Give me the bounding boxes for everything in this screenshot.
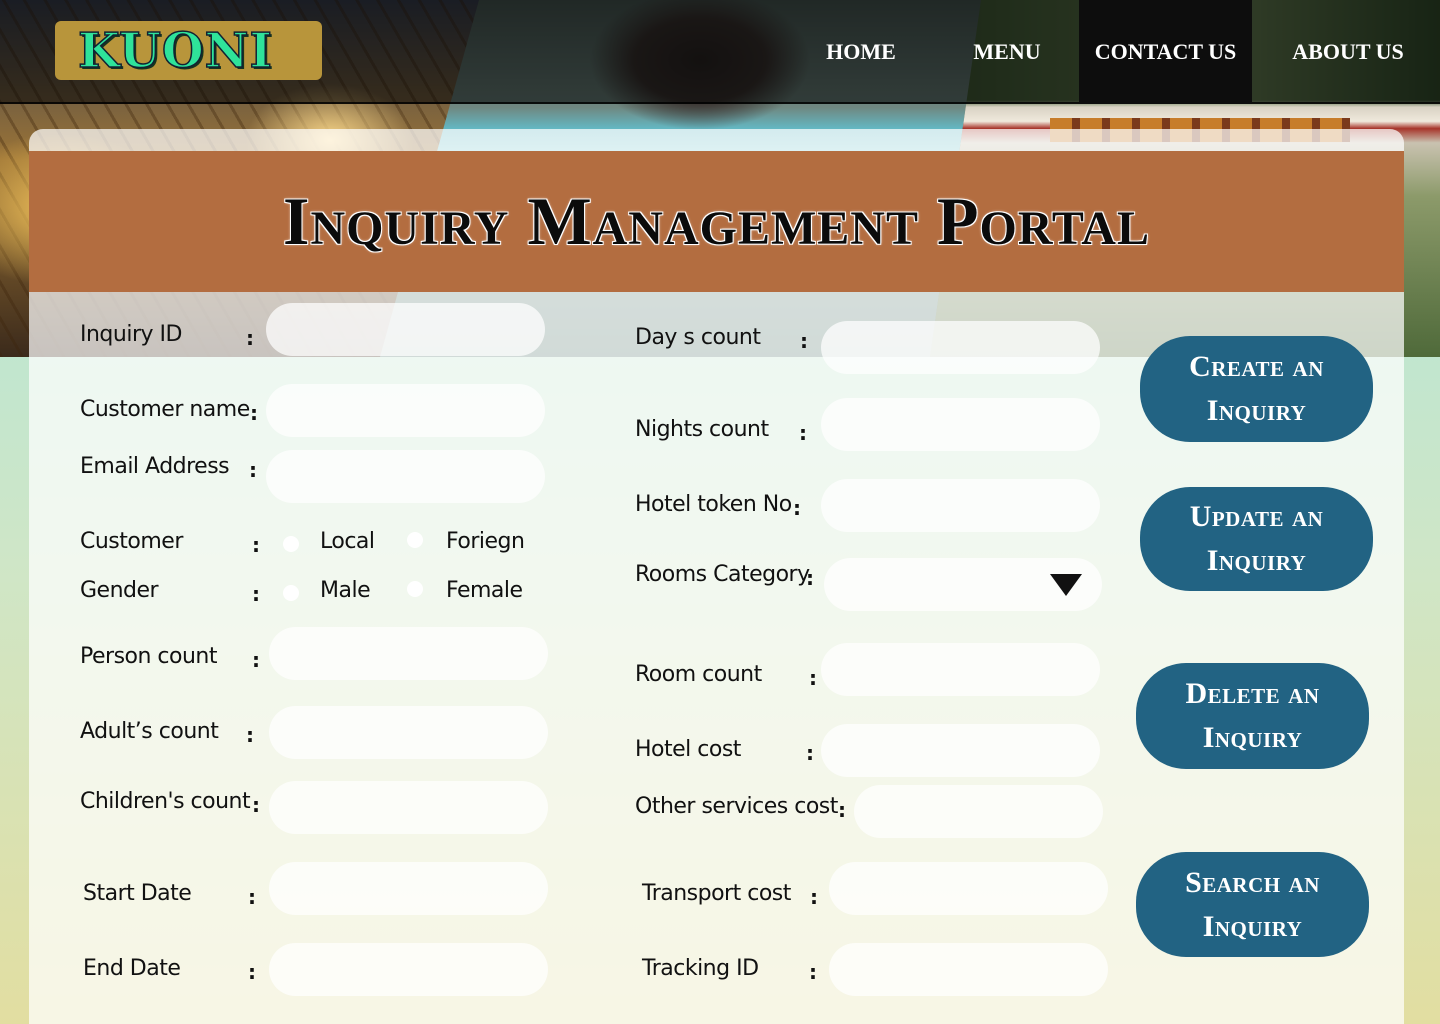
colon: : [246, 326, 254, 350]
nav-home[interactable]: HOME [806, 0, 916, 104]
nav-about-us-label: ABOUT US [1292, 39, 1404, 64]
colon: : [809, 666, 817, 690]
nights-count-label: Nights count [635, 417, 769, 442]
create-inquiry-button[interactable]: Create an Inquiry [1140, 336, 1373, 442]
person-count-label: Person count [80, 644, 218, 669]
colon: : [793, 496, 801, 520]
colon: : [246, 723, 254, 747]
end-date-field[interactable] [269, 943, 548, 996]
colon: : [806, 566, 814, 590]
transport-cost-label: Transport cost [642, 881, 791, 906]
hotel-cost-field[interactable] [821, 724, 1100, 777]
gender-male-label: Male [320, 578, 371, 603]
page-title: Inquiry Management Portal [283, 183, 1150, 259]
nav-menu-label: MENU [973, 39, 1041, 64]
create-inquiry-label: Create an Inquiry [1189, 350, 1324, 427]
colon: : [252, 533, 260, 557]
colon: : [252, 793, 260, 817]
search-inquiry-label: Search an Inquiry [1185, 865, 1320, 943]
adults-count-label: Adult’s count [80, 719, 219, 744]
customer-foreign-radio[interactable] [407, 532, 423, 548]
days-count-field[interactable] [821, 321, 1100, 374]
delete-inquiry-button[interactable]: Delete an Inquiry [1136, 663, 1369, 769]
colon: : [838, 798, 846, 822]
kuoni-logo[interactable]: KUONI [55, 21, 322, 80]
tracking-id-field[interactable] [829, 943, 1108, 996]
email-address-label: Email Address [80, 454, 230, 479]
email-address-field[interactable] [266, 450, 545, 503]
nights-count-field[interactable] [821, 398, 1100, 451]
nav-contact-us-label: CONTACT US [1094, 39, 1237, 64]
colon: : [810, 885, 818, 909]
title-banner: Inquiry Management Portal [29, 151, 1404, 292]
nav-home-label: HOME [826, 39, 896, 64]
colon: : [799, 421, 807, 445]
search-inquiry-button[interactable]: Search an Inquiry [1136, 852, 1369, 957]
other-services-cost-field[interactable] [854, 785, 1103, 838]
tracking-id-label: Tracking ID [642, 956, 759, 981]
room-count-field[interactable] [821, 643, 1100, 696]
colon: : [806, 741, 814, 765]
end-date-label: End Date [83, 956, 181, 981]
colon: : [800, 329, 808, 353]
adults-count-field[interactable] [269, 706, 548, 759]
nav-contact-us[interactable]: CONTACT US [1079, 0, 1252, 104]
gender-male-radio[interactable] [283, 585, 299, 601]
hotel-cost-label: Hotel cost [635, 737, 741, 762]
inquiry-id-field[interactable] [266, 303, 545, 356]
nav-menu[interactable]: MENU [952, 0, 1062, 104]
colon: : [809, 960, 817, 984]
transport-cost-field[interactable] [829, 862, 1108, 915]
colon: : [252, 648, 260, 672]
logo-text: KUONI [77, 22, 273, 80]
customer-name-label: Customer name [80, 397, 250, 422]
children-count-label: Children's count [80, 789, 251, 814]
customer-type-label: Customer [80, 529, 183, 554]
inquiry-id-label: Inquiry ID [80, 322, 182, 347]
colon: : [248, 885, 256, 909]
nav-about-us[interactable]: ABOUT US [1268, 0, 1428, 104]
caret-down-icon [1050, 574, 1082, 596]
customer-foreign-label: Foriegn [446, 529, 525, 554]
gender-female-label: Female [446, 578, 523, 603]
colon: : [248, 960, 256, 984]
rooms-category-dropdown[interactable] [824, 558, 1102, 611]
customer-name-field[interactable] [266, 384, 545, 437]
colon: : [252, 582, 260, 606]
start-date-field[interactable] [269, 862, 548, 915]
update-inquiry-button[interactable]: Update an Inquiry [1140, 487, 1373, 591]
hotel-token-field[interactable] [821, 479, 1100, 532]
days-count-label: Day s count [635, 325, 761, 350]
hotel-token-label: Hotel token No [635, 492, 792, 517]
top-navbar: KUONI HOME MENU CONTACT US ABOUT US [0, 0, 1440, 104]
room-count-label: Room count [635, 662, 762, 687]
customer-local-label: Local [320, 529, 375, 554]
colon: : [250, 401, 258, 425]
gender-female-radio[interactable] [407, 581, 423, 597]
children-count-field[interactable] [269, 781, 548, 834]
delete-inquiry-label: Delete an Inquiry [1185, 677, 1320, 754]
gender-label: Gender [80, 578, 159, 603]
start-date-label: Start Date [83, 881, 192, 906]
update-inquiry-label: Update an Inquiry [1189, 500, 1324, 577]
customer-local-radio[interactable] [283, 536, 299, 552]
colon: : [249, 458, 257, 482]
person-count-field[interactable] [269, 627, 548, 680]
rooms-category-label: Rooms Category [635, 562, 810, 587]
other-services-cost-label: Other services cost [635, 794, 838, 819]
